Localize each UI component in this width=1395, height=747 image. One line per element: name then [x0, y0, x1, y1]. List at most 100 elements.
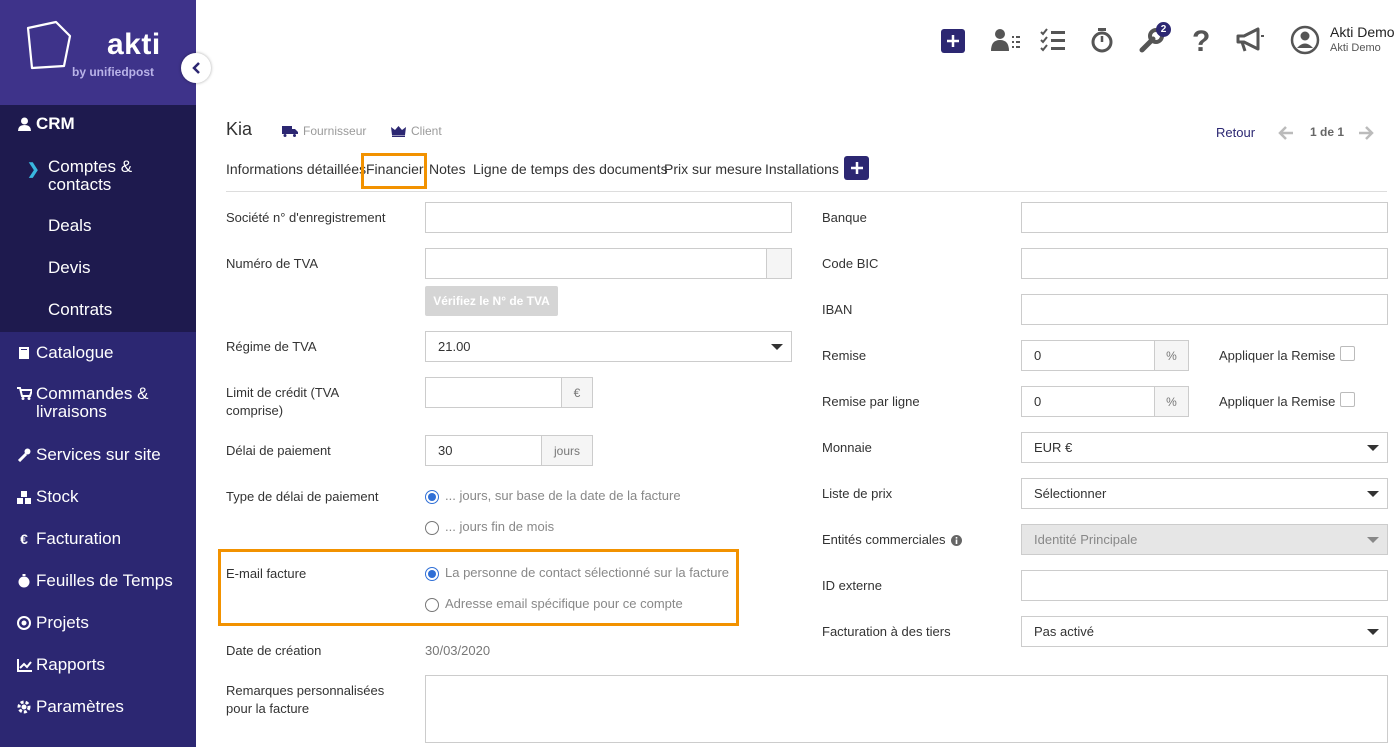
payment-delay-value: 30: [438, 443, 453, 458]
sidebar-subitem-contrats[interactable]: Contrats: [48, 301, 112, 319]
gear-icon: [14, 700, 34, 714]
sidebar-collapse-button[interactable]: [181, 53, 211, 83]
sidebar-item-stock[interactable]: Stock: [0, 487, 196, 507]
crm-block: [0, 105, 196, 332]
truck-icon: [282, 125, 298, 137]
tab-custom-prices[interactable]: Prix sur mesure: [664, 161, 762, 177]
apply-line-discount-checkbox[interactable]: [1340, 392, 1355, 407]
bic-label: Code BIC: [822, 256, 879, 271]
apply-discount-checkbox[interactable]: [1340, 346, 1355, 361]
sidebar-item-parametres[interactable]: Paramètres: [0, 697, 196, 717]
sidebar-item-services[interactable]: Services sur site: [0, 445, 196, 465]
brand-name: akti: [107, 28, 161, 61]
timer-icon[interactable]: [1090, 27, 1114, 54]
sidebar-item-label: Commandes & livraisons: [36, 384, 149, 421]
help-icon[interactable]: ?: [1192, 25, 1210, 59]
vat-number-input[interactable]: [425, 248, 767, 279]
tools-notifications[interactable]: 2: [1139, 22, 1171, 58]
sidebar-item-catalogue[interactable]: Catalogue: [0, 343, 196, 363]
info-icon[interactable]: [950, 534, 962, 546]
sidebar-item-label: Paramètres: [36, 697, 124, 716]
iban-input[interactable]: [1021, 294, 1388, 325]
apply-line-discount-label: Appliquer la Remise: [1219, 394, 1336, 409]
discount-label: Remise: [822, 348, 867, 363]
add-tab-button[interactable]: [844, 156, 869, 180]
delay-type-radio-invoice-date[interactable]: [425, 490, 439, 504]
sidebar-item-projets[interactable]: Projets: [0, 613, 196, 633]
user-name[interactable]: Akti Demo: [1330, 24, 1395, 40]
add-button[interactable]: [941, 29, 965, 53]
back-link[interactable]: Retour: [1216, 125, 1255, 140]
tab-timeline[interactable]: Ligne de temps des documents: [473, 161, 668, 177]
chevron-right-icon: ❯: [27, 161, 40, 178]
currency-select[interactable]: EUR €: [1021, 432, 1388, 463]
target-icon: [14, 616, 34, 630]
bank-input[interactable]: [1021, 202, 1388, 233]
vat-regime-select[interactable]: 21.00: [425, 331, 792, 362]
delay-type-radio-end-of-month[interactable]: [425, 521, 439, 535]
divider: [226, 191, 1387, 192]
line-discount-input[interactable]: 0: [1021, 386, 1155, 417]
verify-vat-button[interactable]: Vérifiez le N° de TVA: [425, 286, 558, 316]
supplier-tag[interactable]: Fournisseur: [282, 124, 366, 138]
sidebar-item-label: Catalogue: [36, 343, 114, 362]
entities-select[interactable]: Identité Principale: [1021, 524, 1388, 555]
tab-highlight: [361, 153, 427, 189]
sidebar-subitem-devis[interactable]: Devis: [48, 259, 91, 277]
discount-input[interactable]: 0: [1021, 340, 1155, 371]
arrow-right-icon[interactable]: [1358, 126, 1374, 140]
vat-regime-label: Régime de TVA: [226, 339, 317, 354]
sidebar-item-facturation[interactable]: € Facturation: [0, 529, 196, 549]
pricelist-value: Sélectionner: [1034, 486, 1107, 501]
chevron-left-icon: [192, 62, 200, 74]
tab-informations[interactable]: Informations détaillées: [226, 161, 366, 177]
caret-down-icon: [1367, 491, 1379, 497]
euro-icon: €: [20, 531, 28, 547]
delay-type-option-2: ... jours fin de mois: [445, 519, 555, 534]
tab-installations[interactable]: Installations: [765, 161, 839, 177]
sidebar-item-crm[interactable]: CRM: [0, 114, 196, 134]
payment-delay-input[interactable]: 30: [425, 435, 542, 466]
book-icon: [14, 346, 34, 360]
creation-date-value: 30/03/2020: [425, 643, 491, 658]
entities-label-row: Entités commerciales: [822, 531, 962, 549]
email-radio-specific[interactable]: [425, 598, 439, 612]
logo-area: akti by unifiedpost: [0, 0, 196, 105]
vat-number-label: Numéro de TVA: [226, 256, 319, 271]
remarks-label: Remarques personnalisées pour la facture: [226, 683, 385, 716]
bic-input[interactable]: [1021, 248, 1388, 279]
tab-notes[interactable]: Notes: [429, 161, 466, 177]
external-id-input[interactable]: [1021, 570, 1388, 601]
contacts-list-icon[interactable]: [991, 27, 1021, 53]
euro-addon: €: [561, 377, 593, 408]
email-invoice-highlight: [218, 549, 739, 626]
wrench-icon: [14, 448, 34, 462]
cubes-icon: [14, 490, 34, 504]
tasks-icon[interactable]: [1040, 27, 1066, 53]
bank-label: Banque: [822, 210, 867, 225]
arrow-left-icon[interactable]: [1278, 126, 1294, 140]
pricelist-select[interactable]: Sélectionner: [1021, 478, 1388, 509]
plus-icon: [947, 35, 959, 47]
caret-down-icon: [1367, 537, 1379, 543]
cart-icon: [14, 387, 34, 400]
email-radio-contact[interactable]: [425, 567, 439, 581]
third-party-label: Facturation à des tiers: [822, 624, 951, 639]
sidebar-subitem-deals[interactable]: Deals: [48, 217, 91, 235]
credit-limit-input[interactable]: [425, 377, 562, 408]
sidebar-item-rapports[interactable]: Rapports: [0, 655, 196, 675]
megaphone-icon[interactable]: [1236, 27, 1266, 53]
akti-logo-icon: [26, 20, 72, 70]
reg-number-label: Société n° d'enregistrement: [226, 210, 386, 225]
sidebar-subitem-comptes[interactable]: Comptes & contacts: [48, 158, 132, 194]
client-tag[interactable]: Client: [391, 124, 442, 138]
sidebar-item-commandes[interactable]: Commandes & livraisons: [0, 385, 196, 421]
avatar[interactable]: [1290, 25, 1320, 55]
reg-number-input[interactable]: [425, 202, 792, 233]
remarks-textarea[interactable]: [425, 675, 1388, 743]
sidebar-item-feuilles[interactable]: Feuilles de Temps: [0, 571, 196, 591]
email-option-2: Adresse email spécifique pour ce compte: [445, 596, 683, 611]
third-party-select[interactable]: Pas activé: [1021, 616, 1388, 647]
crown-icon: [391, 125, 406, 137]
entities-label: Entités commerciales: [822, 532, 946, 547]
